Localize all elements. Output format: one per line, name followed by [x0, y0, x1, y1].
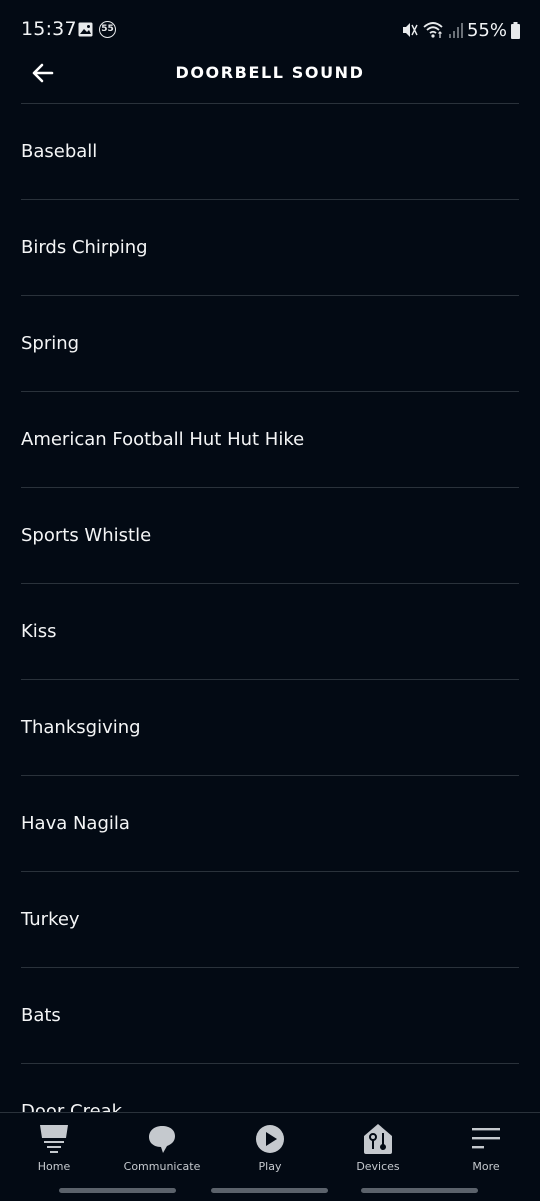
status-right-group: 55%: [401, 18, 520, 42]
nav-communicate[interactable]: Communicate: [112, 1113, 212, 1179]
nav-play[interactable]: Play: [220, 1113, 320, 1179]
nav-label: Home: [37, 1160, 71, 1173]
battery-level: 55%: [466, 19, 507, 41]
signal-icon: [448, 23, 463, 38]
devices-house-icon: [364, 1124, 392, 1154]
play-icon: [256, 1125, 284, 1153]
sound-label: Spring: [21, 333, 80, 354]
sound-item-baseball[interactable]: Baseball: [21, 103, 519, 199]
wifi-icon: [423, 22, 443, 38]
sound-label: Thanksgiving: [21, 717, 141, 738]
sound-label: Baseball: [21, 141, 98, 162]
page-title: DOORBELL SOUND: [175, 63, 365, 82]
status-bar: 15:37 55 55%: [0, 0, 540, 58]
sound-item-door-creak[interactable]: Door Creak: [21, 1063, 519, 1112]
nav-more[interactable]: More: [436, 1113, 536, 1179]
sound-item-thanksgiving[interactable]: Thanksgiving: [21, 679, 519, 775]
sound-label: Turkey: [21, 909, 80, 930]
notification-count-icon: 55: [99, 21, 116, 38]
nav-label: More: [472, 1160, 500, 1173]
sound-label: Door Creak: [21, 1101, 123, 1112]
sound-item-american-football[interactable]: American Football Hut Hut Hike: [21, 391, 519, 487]
sound-label: American Football Hut Hut Hike: [21, 429, 305, 450]
sound-label: Birds Chirping: [21, 237, 148, 258]
speech-bubble-icon: [149, 1126, 175, 1153]
nav-home[interactable]: Home: [4, 1113, 104, 1179]
nav-label: Devices: [356, 1160, 400, 1173]
home-icon: [40, 1125, 68, 1153]
sound-item-turkey[interactable]: Turkey: [21, 871, 519, 967]
nav-devices[interactable]: Devices: [328, 1113, 428, 1179]
menu-icon: [472, 1128, 500, 1149]
nav-label: Play: [258, 1160, 282, 1173]
mute-icon: [402, 23, 418, 37]
gallery-icon: [78, 22, 93, 37]
battery-icon: [511, 21, 520, 39]
sound-label: Kiss: [21, 621, 57, 642]
sound-label: Bats: [21, 1005, 61, 1026]
nav-label: Communicate: [123, 1160, 201, 1173]
sound-item-birds-chirping[interactable]: Birds Chirping: [21, 199, 519, 295]
sound-item-bats[interactable]: Bats: [21, 967, 519, 1063]
sound-label: Sports Whistle: [21, 525, 152, 546]
status-time: 15:37: [21, 18, 77, 40]
sound-item-kiss[interactable]: Kiss: [21, 583, 519, 679]
system-back-bar[interactable]: [361, 1188, 478, 1193]
sound-item-sports-whistle[interactable]: Sports Whistle: [21, 487, 519, 583]
doorbell-sound-list: Baseball Birds Chirping Spring American …: [0, 103, 540, 1112]
sound-item-hava-nagila[interactable]: Hava Nagila: [21, 775, 519, 871]
header: DOORBELL SOUND: [0, 52, 540, 102]
sound-label: Hava Nagila: [21, 813, 130, 834]
sound-item-spring[interactable]: Spring: [21, 295, 519, 391]
system-recents-bar[interactable]: [59, 1188, 176, 1193]
system-home-bar[interactable]: [211, 1188, 328, 1193]
